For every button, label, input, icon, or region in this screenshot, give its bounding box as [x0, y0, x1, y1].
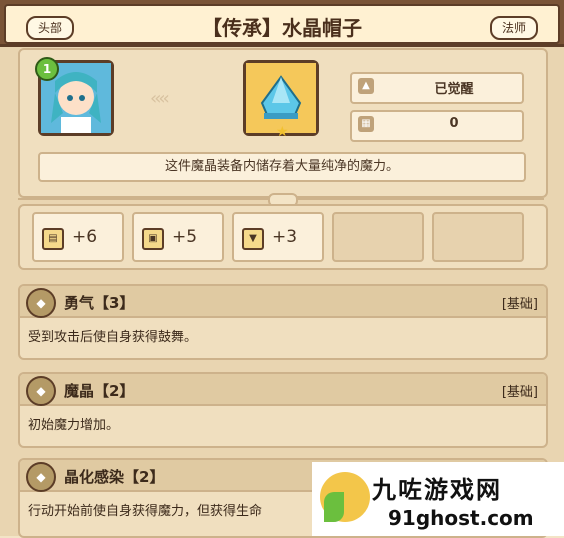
upgrade-arrows-icon: ‹‹‹‹: [150, 88, 170, 109]
skill-tag: [基础]: [501, 297, 538, 312]
skill-description: 行动开始前使自身获得魔力，但获得生命: [28, 504, 263, 519]
shield-icon: ▼: [242, 228, 264, 250]
item-title: 【传承】水晶帽子: [202, 16, 362, 40]
scroll-icon: ▣: [142, 228, 164, 250]
bonus-intelligence[interactable]: ▤ +6: [32, 212, 124, 262]
skill-description: 受到攻击后使自身获得鼓舞。: [28, 330, 198, 345]
count-row: ▦ 0: [350, 110, 524, 142]
count-value: 0: [449, 116, 459, 131]
watermark-url: 91ghost.com: [388, 506, 534, 530]
title-bar: 头部 【传承】水晶帽子 法师: [0, 0, 564, 47]
skill-tag: [基础]: [501, 385, 538, 400]
awaken-row: ▲ 已觉醒: [350, 72, 524, 104]
bonus-value: +3: [272, 227, 298, 247]
skill-header: ◆ 魔晶【2】 [基础]: [20, 374, 546, 406]
book-icon: ▤: [42, 228, 64, 250]
title-bar-inner: 头部 【传承】水晶帽子 法师: [4, 4, 560, 44]
bonus-empty-slot: [432, 212, 524, 262]
skill-description: 初始魔力增加。: [28, 418, 120, 433]
watermark-leaf-icon: [324, 492, 344, 522]
item-description: 这件魔晶装备内储存着大量纯净的魔力。: [38, 152, 526, 182]
character-portrait[interactable]: 1: [35, 57, 114, 136]
class-pill[interactable]: 法师: [489, 16, 538, 40]
awaken-icon: ▲: [358, 78, 374, 94]
item-info-panel: 1 ‹‹‹‹ ★ ▲ 已觉醒 ▦ 0 这件魔晶装备内储存着大量纯净的魔力。: [18, 48, 548, 198]
bonus-spell[interactable]: ▣ +5: [132, 212, 224, 262]
skill-medal-icon: ◆: [26, 288, 56, 318]
equipment-detail-window: 头部 【传承】水晶帽子 法师 1 ‹‹‹‹ ★ ▲ 已觉醒 ▦ 0 这件魔晶装备…: [0, 0, 564, 538]
skill-name: 晶化感染【2】: [64, 468, 165, 486]
skill-name: 魔晶【2】: [64, 382, 135, 400]
site-watermark: 九咗游戏网 91ghost.com: [312, 462, 564, 536]
grid-icon: ▦: [358, 116, 374, 132]
skill-card-courage[interactable]: ◆ 勇气【3】 [基础] 受到攻击后使自身获得鼓舞。: [18, 284, 548, 360]
skill-name: 勇气【3】: [64, 294, 135, 312]
skill-card-magic-crystal[interactable]: ◆ 魔晶【2】 [基础] 初始魔力增加。: [18, 372, 548, 448]
awaken-status: 已觉醒: [434, 82, 474, 97]
bonus-empty-slot: [332, 212, 424, 262]
ornament-divider: [18, 193, 544, 207]
crystal-hat-icon: [246, 63, 316, 133]
skill-medal-icon: ◆: [26, 462, 56, 492]
stat-bonus-area: ▤ +6 ▣ +5 ▼ +3: [18, 204, 548, 270]
bonus-value: +5: [172, 227, 198, 247]
skill-medal-icon: ◆: [26, 376, 56, 406]
star-icon: ★: [276, 124, 289, 140]
bonus-defense[interactable]: ▼ +3: [232, 212, 324, 262]
bonus-value: +6: [72, 227, 98, 247]
skill-header: ◆ 勇气【3】 [基础]: [20, 286, 546, 318]
level-badge: 1: [35, 57, 59, 81]
watermark-site-name: 九咗游戏网: [372, 476, 502, 504]
